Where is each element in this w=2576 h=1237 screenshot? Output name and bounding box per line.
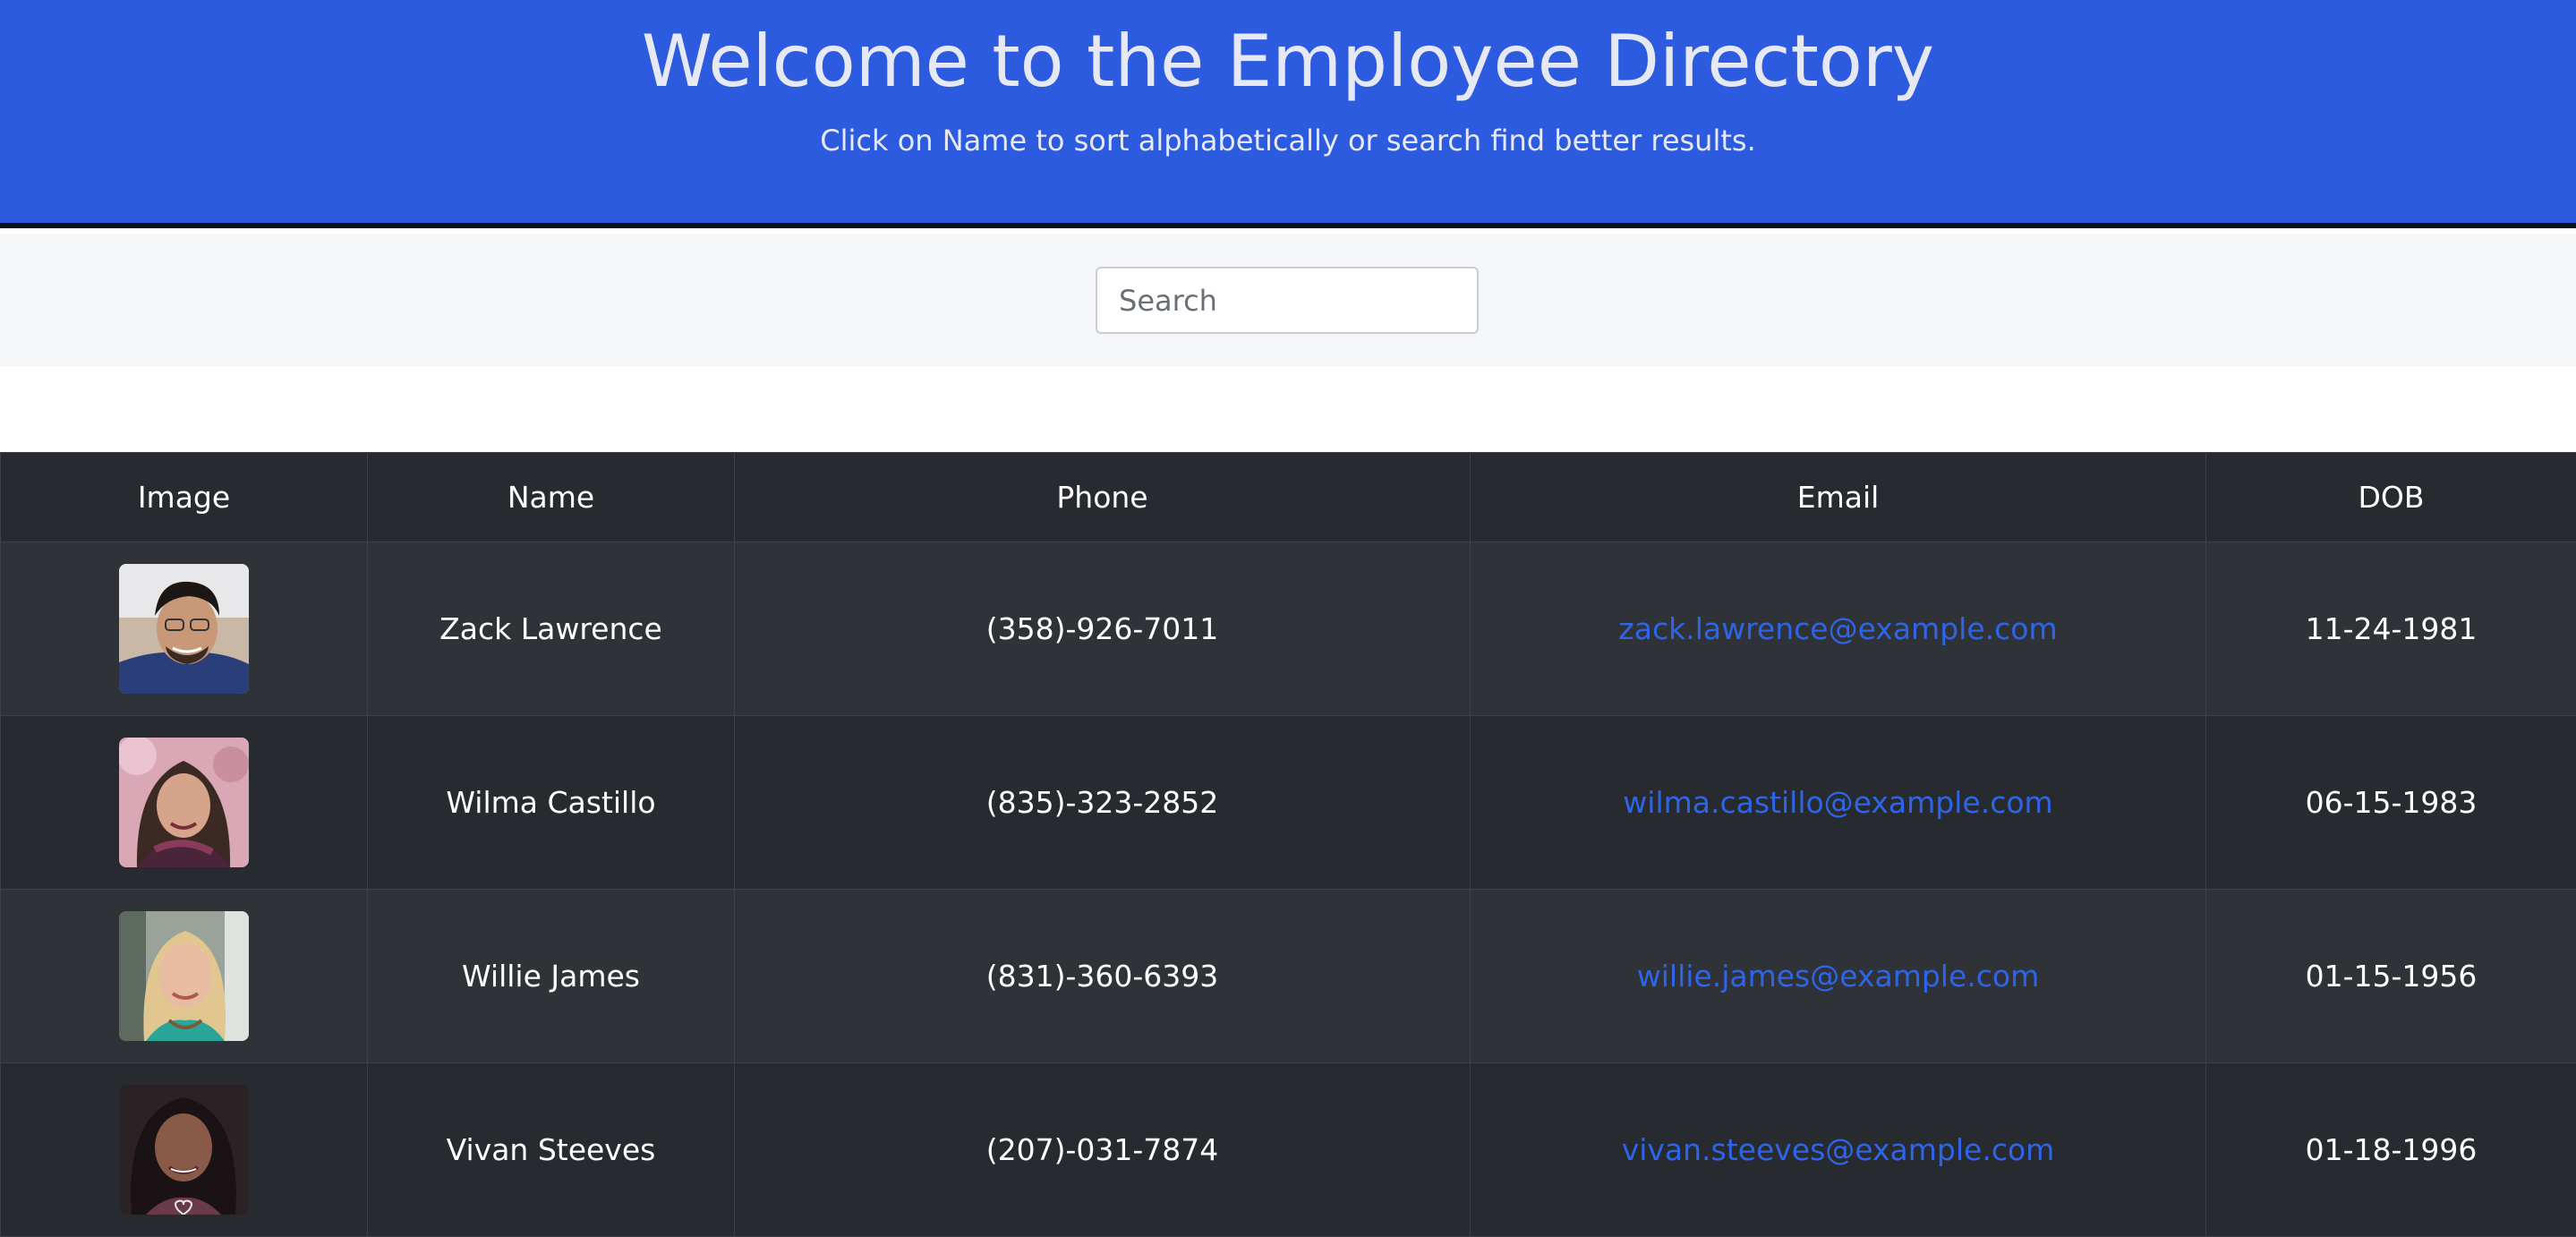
- table-row: Vivan Steeves (207)-031-7874 vivan.steev…: [1, 1063, 2576, 1237]
- page-title: Welcome to the Employee Directory: [0, 20, 2576, 103]
- avatar: [119, 738, 249, 867]
- employee-table: Image Name Phone Email DOB: [0, 452, 2576, 1237]
- email-cell: vivan.steeves@example.com: [1471, 1063, 2206, 1237]
- page-header: Welcome to the Employee Directory Click …: [0, 0, 2576, 228]
- phone-cell: (358)-926-7011: [735, 542, 1471, 716]
- email-link[interactable]: zack.lawrence@example.com: [1618, 611, 2057, 646]
- dob-cell: 11-24-1981: [2206, 542, 2576, 716]
- image-cell: [1, 890, 368, 1063]
- email-link[interactable]: vivan.steeves@example.com: [1622, 1132, 2055, 1167]
- table-header-row: Image Name Phone Email DOB: [1, 453, 2576, 542]
- name-cell: Vivan Steeves: [368, 1063, 735, 1237]
- search-bar: [0, 234, 2576, 366]
- image-cell: [1, 1063, 368, 1237]
- email-cell: wilma.castillo@example.com: [1471, 716, 2206, 890]
- phone-cell: (831)-360-6393: [735, 890, 1471, 1063]
- email-cell: willie.james@example.com: [1471, 890, 2206, 1063]
- avatar: [119, 911, 249, 1041]
- column-header-phone: Phone: [735, 453, 1471, 542]
- image-cell: [1, 716, 368, 890]
- image-cell: [1, 542, 368, 716]
- avatar: [119, 564, 249, 694]
- table-row: Zack Lawrence (358)-926-7011 zack.lawren…: [1, 542, 2576, 716]
- dob-cell: 06-15-1983: [2206, 716, 2576, 890]
- dob-cell: 01-18-1996: [2206, 1063, 2576, 1237]
- column-header-dob: DOB: [2206, 453, 2576, 542]
- name-cell: Wilma Castillo: [368, 716, 735, 890]
- email-cell: zack.lawrence@example.com: [1471, 542, 2206, 716]
- name-cell: Willie James: [368, 890, 735, 1063]
- table-row: Wilma Castillo (835)-323-2852 wilma.cast…: [1, 716, 2576, 890]
- column-header-image: Image: [1, 453, 368, 542]
- phone-cell: (835)-323-2852: [735, 716, 1471, 890]
- page-subtitle: Click on Name to sort alphabetically or …: [0, 124, 2576, 158]
- avatar: [119, 1085, 249, 1215]
- email-link[interactable]: willie.james@example.com: [1637, 959, 2040, 994]
- search-input[interactable]: [1096, 267, 1479, 334]
- phone-cell: (207)-031-7874: [735, 1063, 1471, 1237]
- dob-cell: 01-15-1956: [2206, 890, 2576, 1063]
- email-link[interactable]: wilma.castillo@example.com: [1623, 785, 2052, 820]
- name-cell: Zack Lawrence: [368, 542, 735, 716]
- column-header-email: Email: [1471, 453, 2206, 542]
- column-header-name[interactable]: Name: [368, 453, 735, 542]
- table-row: Willie James (831)-360-6393 willie.james…: [1, 890, 2576, 1063]
